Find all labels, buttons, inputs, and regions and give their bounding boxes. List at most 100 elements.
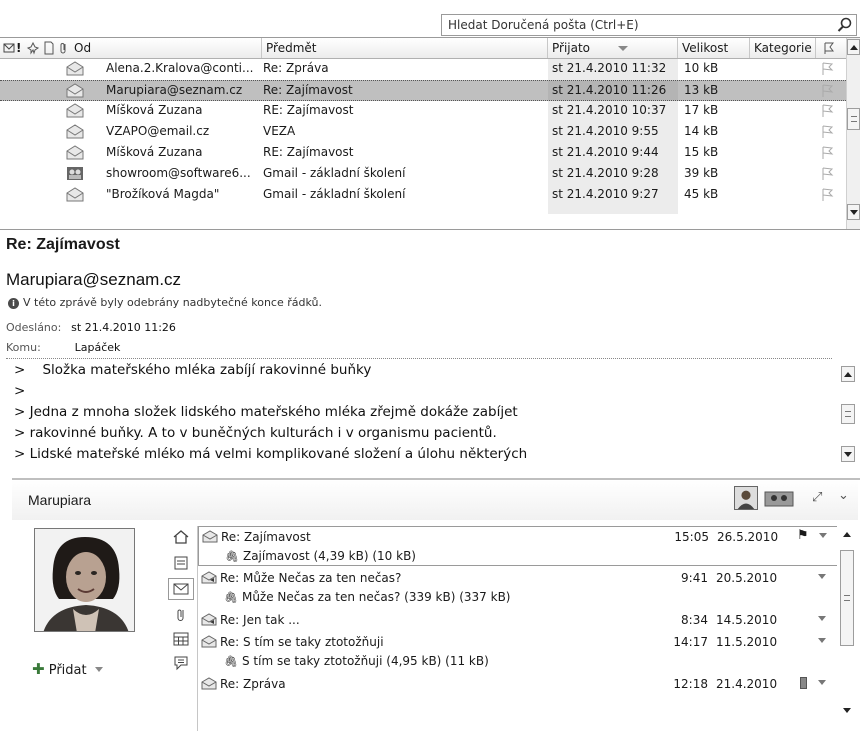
- contact-activity-list: Re: Zajímavost 15:05 26.5.2010 ⚑ 🖇 Zajímavost…: [197, 526, 837, 731]
- icon-column-icon[interactable]: [42, 41, 56, 55]
- sent-value: st 21.4.2010 11:26: [71, 321, 176, 334]
- expand-pane-icon[interactable]: ⤢: [812, 490, 822, 505]
- attachments-filter-icon[interactable]: [172, 606, 190, 624]
- people-list-view-icon[interactable]: [764, 488, 796, 508]
- row-received: st 21.4.2010 11:32: [552, 61, 667, 75]
- importance-sort-icon[interactable]: [3, 41, 17, 55]
- activity-scrollbar[interactable]: [838, 526, 856, 722]
- activity-time: 12:18: [673, 677, 708, 691]
- follow-up-flag-icon[interactable]: [820, 145, 834, 160]
- scroll-up-button[interactable]: [847, 39, 860, 55]
- body-line: >: [14, 383, 26, 399]
- item-dropdown-icon[interactable]: [818, 574, 826, 579]
- flag-icon[interactable]: ⚑: [797, 528, 809, 543]
- row-from: "Brožíková Magda": [106, 187, 220, 201]
- body-line: > rakovinné buňky. A to v buněčných kult…: [14, 425, 497, 441]
- activity-attachment[interactable]: 🖇 Zajímavost (4,39 kB) (10 kB): [225, 549, 416, 563]
- message-row[interactable]: "Brožíková Magda" Gmail - základní školen…: [0, 185, 846, 206]
- reminder-column-icon[interactable]: [26, 41, 40, 55]
- activity-item[interactable]: Re: Zajímavost 15:05 26.5.2010 ⚑ 🖇 Zajímavost…: [198, 526, 837, 566]
- follow-up-flag-icon[interactable]: [820, 166, 834, 181]
- mail-icon: [173, 583, 189, 595]
- follow-up-flag-icon[interactable]: [820, 103, 834, 118]
- list-header: ! Od Předmět Přijato Velikost Kategorie: [0, 38, 846, 59]
- column-category[interactable]: Kategorie: [750, 38, 816, 58]
- envelope-open-icon: [66, 187, 84, 202]
- contact-name[interactable]: Marupiara: [28, 492, 91, 508]
- activity-scroll-thumb[interactable]: [840, 550, 854, 646]
- message-row[interactable]: Marupiara@seznam.cz Re: Zajímavost st 21.4…: [0, 80, 846, 101]
- activity-item[interactable]: Re: Zpráva 12:18 21.4.2010: [198, 674, 837, 694]
- activity-item[interactable]: Re: Jen tak ... 8:34 14.5.2010: [198, 610, 837, 630]
- message-body[interactable]: > Složka mateřského mléka zabíjí rakovin…: [0, 360, 860, 468]
- search-input[interactable]: Hledat Doručená pošta (Ctrl+E): [441, 14, 857, 36]
- message-row[interactable]: Míšková Zuzana RE: Zajímavost st 21.4.2010…: [0, 143, 846, 164]
- follow-up-flag-icon[interactable]: [820, 187, 834, 202]
- flag-column-icon[interactable]: [822, 41, 836, 55]
- activity-title: Re: Zpráva: [220, 677, 286, 691]
- activity-item[interactable]: Re: Může Nečas za ten nečas? 9:41 20.5.201…: [198, 568, 837, 608]
- row-size: 15 kB: [684, 145, 719, 159]
- body-scrollbar[interactable]: [838, 364, 857, 466]
- row-size: 10 kB: [684, 61, 719, 75]
- column-from[interactable]: Od: [70, 38, 262, 58]
- item-dropdown-icon[interactable]: [819, 533, 827, 538]
- body-scroll-down-button[interactable]: [841, 446, 855, 462]
- sort-desc-icon: [618, 46, 628, 51]
- item-dropdown-icon[interactable]: [818, 680, 826, 685]
- activities-list-icon[interactable]: [172, 554, 190, 572]
- follow-up-flag-icon[interactable]: [820, 124, 834, 139]
- message-row[interactable]: showroom@software6... Gmail - základní šk…: [0, 164, 846, 185]
- body-scroll-up-button[interactable]: [841, 366, 855, 382]
- follow-up-flag-icon[interactable]: [820, 83, 834, 98]
- activity-scroll-down-icon[interactable]: [843, 708, 851, 713]
- column-received[interactable]: Přijato: [548, 38, 678, 58]
- activity-attachment[interactable]: 🖇 S tím se taky ztotožňuji (4,95 kB) (11 …: [224, 654, 489, 668]
- activity-scroll-up-icon[interactable]: [843, 532, 851, 537]
- to-value[interactable]: Lapáček: [75, 341, 121, 354]
- item-dropdown-icon[interactable]: [818, 638, 826, 643]
- activity-date: 14.5.2010: [716, 613, 778, 627]
- row-from: Míšková Zuzana: [106, 103, 203, 117]
- body-scroll-thumb[interactable]: [841, 404, 855, 424]
- collapse-chevron-icon[interactable]: ⌄: [838, 488, 849, 503]
- row-from: VZAPO@email.cz: [106, 124, 210, 138]
- activity-time: 9:41: [681, 571, 708, 585]
- envelope-open-icon: [202, 530, 218, 543]
- message-row[interactable]: Míšková Zuzana RE: Zajímavost st 21.4.2010…: [0, 101, 846, 122]
- list-scrollbar[interactable]: [846, 38, 860, 229]
- message-sender[interactable]: Marupiara@seznam.cz: [6, 270, 181, 290]
- search-icon[interactable]: [836, 16, 854, 34]
- add-contact-button[interactable]: ✚ Přidat: [32, 660, 103, 678]
- status-updates-icon[interactable]: [172, 654, 190, 672]
- row-subject: Re: Zajímavost: [263, 83, 353, 97]
- category-icon[interactable]: [800, 677, 807, 689]
- activity-item[interactable]: Re: S tím se taky ztotožňuji 14:17 11.5.20…: [198, 632, 837, 672]
- row-size: 14 kB: [684, 124, 719, 138]
- row-received: st 21.4.2010 11:26: [552, 83, 667, 97]
- item-dropdown-icon[interactable]: [818, 616, 826, 621]
- activity-title: Re: Může Nečas za ten nečas?: [220, 571, 402, 585]
- meetings-calendar-icon[interactable]: [172, 630, 190, 648]
- column-subject[interactable]: Předmět: [262, 38, 548, 58]
- attachment-column-icon[interactable]: [56, 41, 70, 55]
- importance-column-icon[interactable]: !: [16, 38, 26, 58]
- all-items-home-icon[interactable]: [172, 528, 190, 546]
- message-row-partial[interactable]: [0, 206, 846, 214]
- activity-time: 15:05: [674, 530, 709, 544]
- message-row[interactable]: Alena.2.Kralova@conti... Re: Zpráva st 21.…: [0, 59, 846, 80]
- activity-time: 14:17: [673, 635, 708, 649]
- single-person-view-icon[interactable]: [734, 486, 758, 510]
- message-row[interactable]: VZAPO@email.cz VEZA st 21.4.2010 9:55 14 kB: [0, 122, 846, 143]
- column-size[interactable]: Velikost: [678, 38, 750, 58]
- activity-attachment[interactable]: 🖇 Může Nečas za ten nečas? (339 kB) (337 …: [224, 590, 511, 604]
- follow-up-flag-icon[interactable]: [820, 61, 834, 76]
- row-subject: Gmail - základní školení: [263, 187, 406, 201]
- info-bar[interactable]: i V této zprávě byly odebrány nadbytečné …: [8, 296, 322, 309]
- scroll-thumb[interactable]: [847, 108, 860, 130]
- activity-item-partial[interactable]: [198, 696, 837, 706]
- scroll-down-button[interactable]: [847, 204, 860, 220]
- mail-filter-tab[interactable]: [168, 578, 194, 600]
- activity-title: Re: S tím se taky ztotožňuji: [220, 635, 384, 649]
- replied-envelope-icon: [201, 571, 217, 584]
